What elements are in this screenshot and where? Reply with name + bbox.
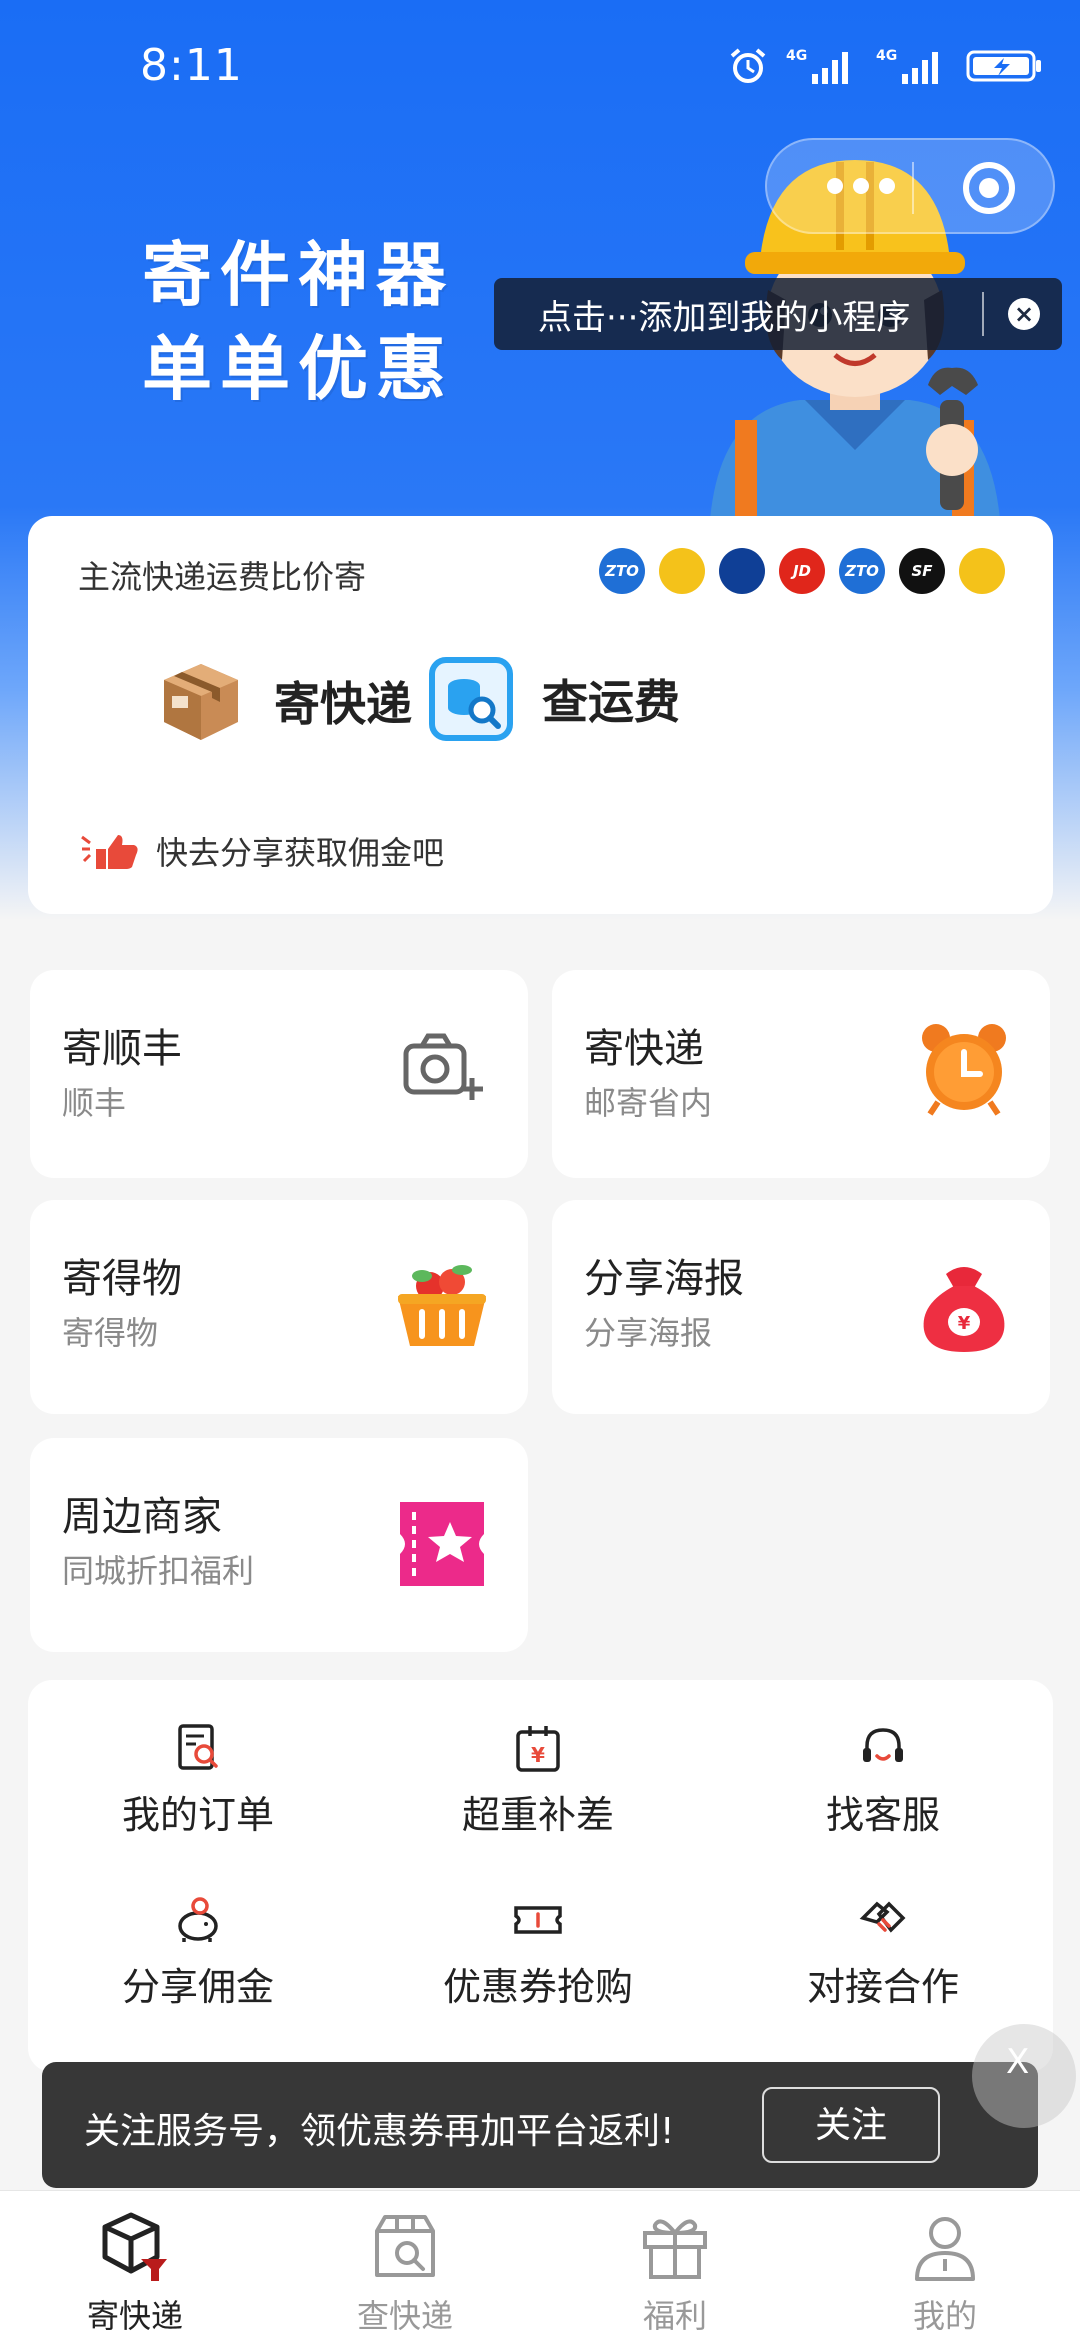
alarm-clock-icon	[922, 1024, 1006, 1116]
svg-text:¥: ¥	[958, 1313, 971, 1334]
tab-mine[interactable]: 我的	[845, 2209, 1045, 2337]
fruit-basket-icon	[398, 1265, 486, 1346]
compare-title: 主流快递运费比价寄	[78, 558, 367, 596]
tab-send-express[interactable]: 寄快递	[35, 2209, 235, 2337]
slogan-line-2: 单单优惠	[142, 327, 454, 410]
grid-my-orders[interactable]: 我的订单	[28, 1722, 368, 1839]
service-title: 寄顺丰	[62, 1026, 182, 1072]
service-subtitle: 寄得物	[62, 1314, 159, 1352]
status-icons: 4G 4G	[728, 46, 1044, 86]
freight-search-icon	[429, 657, 513, 741]
grid-label: 找客服	[825, 1793, 940, 1837]
carrier-logos: ZTO JD ZTO SF	[599, 548, 1005, 594]
service-title: 寄快递	[584, 1026, 704, 1072]
send-express-label: 寄快递	[274, 677, 412, 731]
signal-4g-icon: 4G	[786, 48, 848, 84]
carrier-logo-yunda	[959, 548, 1005, 594]
package-box-icon	[164, 664, 238, 740]
close-miniprogram-button[interactable]	[963, 162, 1015, 214]
gift-icon	[643, 2219, 707, 2279]
grid-label: 超重补差	[461, 1793, 614, 1837]
follow-button[interactable]: 关注	[762, 2087, 940, 2163]
grid-share-commission[interactable]: 分享佣金	[28, 1894, 368, 2011]
carrier-logo-zto: ZTO	[599, 548, 645, 594]
box-search-icon	[375, 2215, 435, 2277]
grid-label: 我的订单	[121, 1793, 274, 1837]
status-bar: 8:11 4G 4G	[0, 0, 1080, 140]
grid-customer-service[interactable]: 找客服	[713, 1722, 1053, 1839]
tab-label: 福利	[642, 2297, 707, 2335]
grid-label: 优惠券抢购	[442, 1965, 633, 2009]
service-card-express[interactable]: 寄快递 邮寄省内	[552, 970, 1050, 1178]
grid-label: 对接合作	[806, 1965, 959, 2009]
svg-text:4G: 4G	[876, 48, 897, 64]
alarm-icon	[730, 48, 766, 83]
coupon-icon	[514, 1906, 562, 1934]
compare-card: 主流快递运费比价寄 ZTO JD ZTO SF 寄快递 查运费 快去分享获取佣金吧	[28, 516, 1053, 914]
service-title: 分享海报	[584, 1256, 744, 1302]
carrier-logo-zto: ZTO	[839, 548, 885, 594]
grid-cooperation[interactable]: 对接合作	[713, 1894, 1053, 2011]
service-card-sf[interactable]: 寄顺丰 顺丰	[30, 970, 528, 1178]
service-card-nearby[interactable]: 周边商家 同城折扣福利	[30, 1438, 528, 1652]
tip-close-icon[interactable]: ×	[1008, 298, 1040, 330]
share-commission-link[interactable]: 快去分享获取佣金吧	[78, 828, 444, 874]
service-subtitle: 分享海报	[584, 1314, 713, 1352]
service-subtitle: 同城折扣福利	[62, 1552, 255, 1590]
grid-coupon-flash[interactable]: 优惠券抢购	[368, 1894, 708, 2011]
tab-check-express[interactable]: 查快递	[305, 2209, 505, 2337]
svg-text:¥: ¥	[531, 1743, 545, 1767]
price-diff-icon: ¥	[516, 1726, 560, 1772]
headset-icon	[863, 1728, 903, 1762]
grid-overweight[interactable]: ¥ 超重补差	[368, 1722, 708, 1839]
check-freight-button[interactable]: 查运费	[428, 656, 680, 742]
box-send-icon	[102, 2212, 167, 2281]
service-card-dewu[interactable]: 寄得物 寄得物	[30, 1200, 528, 1414]
carrier-logo-jd: JD	[779, 548, 825, 594]
carrier-logo-best	[719, 548, 765, 594]
tab-label: 寄快递	[86, 2297, 183, 2335]
person-icon	[915, 2217, 975, 2281]
carrier-logo-sf: SF	[899, 548, 945, 594]
close-icon: X	[1006, 2042, 1030, 2082]
tip-text: 点击···添加到我的小程序	[538, 297, 911, 338]
share-commission-text: 快去分享获取佣金吧	[156, 834, 445, 872]
camera-plus-icon	[403, 1033, 483, 1100]
thumbs-up-icon	[81, 835, 138, 869]
service-title: 寄得物	[62, 1256, 182, 1302]
grid-label: 分享佣金	[121, 1965, 274, 2009]
send-express-button[interactable]: 寄快递	[156, 656, 412, 746]
money-bag-icon: ¥	[923, 1267, 1005, 1352]
svg-text:4G: 4G	[786, 48, 807, 64]
status-time: 8:11	[140, 40, 243, 91]
follow-text: 关注服务号，领优惠券再加平台返利!	[84, 2111, 675, 2152]
battery-charging-icon	[966, 50, 1041, 82]
tab-label: 查快递	[356, 2297, 453, 2335]
add-miniprogram-tip: 点击···添加到我的小程序 ×	[494, 278, 1062, 350]
order-search-icon	[178, 1724, 218, 1770]
tools-grid: 我的订单 ¥ 超重补差 找客服 分享佣金 优惠券抢购 对接合作	[28, 1680, 1053, 2072]
more-menu-button[interactable]	[827, 178, 895, 194]
service-subtitle: 邮寄省内	[584, 1084, 713, 1122]
service-title: 周边商家	[62, 1494, 222, 1540]
follow-banner: 关注服务号，领优惠券再加平台返利! 关注	[42, 2062, 1038, 2188]
carrier-logo-yunda	[659, 548, 705, 594]
slogan-line-1: 寄件神器	[142, 233, 454, 316]
tab-welfare[interactable]: 福利	[575, 2209, 775, 2337]
miniprogram-capsule	[765, 138, 1055, 234]
check-freight-label: 查运费	[542, 675, 680, 729]
hero-slogan: 寄件神器 单单优惠	[142, 228, 454, 416]
tab-label: 我的	[912, 2297, 977, 2335]
service-card-poster[interactable]: 分享海报 分享海报 ¥	[552, 1200, 1050, 1414]
follow-close-button[interactable]: X	[972, 2024, 1076, 2128]
star-ticket-icon	[400, 1502, 484, 1586]
service-subtitle: 顺丰	[62, 1084, 127, 1122]
piggy-bank-icon	[178, 1897, 218, 1942]
signal-4g-icon: 4G	[876, 48, 938, 84]
bottom-tabbar: 寄快递 查快递 福利 我的	[0, 2190, 1080, 2340]
handshake-icon	[859, 1901, 906, 1933]
